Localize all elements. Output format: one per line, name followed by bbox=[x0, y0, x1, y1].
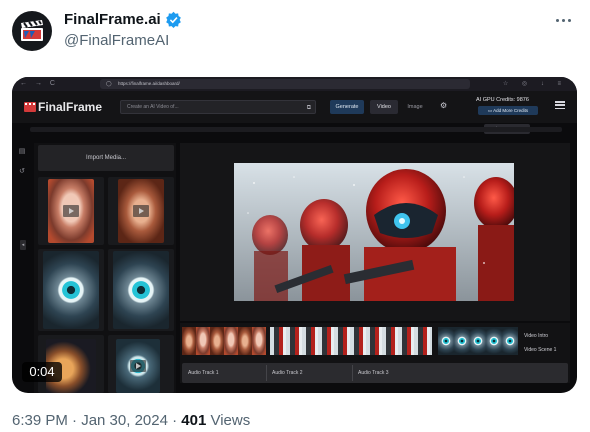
clapperboard-logo-icon bbox=[21, 20, 43, 41]
app-header: FinalFrame Create an AI Video of... ⧉ Ge… bbox=[12, 91, 577, 123]
settings-icon: ⚙ bbox=[440, 101, 448, 110]
timeline-clip-eyes bbox=[438, 327, 518, 355]
clapperboard-icon bbox=[24, 102, 36, 112]
media-thumbnail bbox=[48, 179, 94, 243]
media-item bbox=[108, 335, 174, 393]
play-icon bbox=[133, 205, 149, 217]
browser-url: https://finalframe.ai/dashboard/ bbox=[118, 81, 180, 86]
credits-label: AI GPU Credits: 9876 bbox=[476, 97, 529, 103]
video-mode-button: Video bbox=[370, 100, 398, 114]
media-thumbnail bbox=[116, 339, 160, 393]
browser-toolbar: ← → C ◯ https://finalframe.ai/dashboard/… bbox=[12, 77, 577, 91]
image-upload-icon: ⧉ bbox=[306, 105, 311, 111]
track-label-video-intro: Video Intro bbox=[524, 333, 549, 339]
author-name[interactable]: FinalFrame.ai bbox=[64, 11, 182, 28]
red-armored-soldiers-image bbox=[234, 163, 514, 301]
audio-track-2: Audio Track 2 bbox=[272, 370, 303, 376]
video-duration-badge: 0:04 bbox=[22, 362, 62, 382]
panel-collapse-icon: ◂ bbox=[20, 240, 26, 250]
add-credits-button: ▭ Add More Credits bbox=[478, 106, 538, 115]
prompt-placeholder: Create an AI Video of... bbox=[127, 104, 179, 110]
import-media-button: Import Media... bbox=[38, 145, 174, 171]
views-label: Views bbox=[206, 412, 251, 429]
lock-icon: ◯ bbox=[106, 81, 112, 87]
author-avatar[interactable] bbox=[12, 11, 52, 51]
media-item bbox=[108, 177, 174, 245]
more-options-icon[interactable] bbox=[552, 12, 574, 28]
prompt-input: Create an AI Video of... ⧉ bbox=[120, 100, 316, 114]
media-library-panel: Import Media... bbox=[34, 143, 176, 393]
timeline-clip-soldiers bbox=[270, 327, 432, 355]
play-icon bbox=[130, 360, 146, 372]
play-icon bbox=[63, 205, 79, 217]
verified-badge-icon bbox=[165, 11, 181, 28]
app-logo-text: FinalFrame bbox=[38, 100, 103, 114]
video-player[interactable]: ← → C ◯ https://finalframe.ai/dashboard/… bbox=[12, 77, 577, 393]
generate-button: Generate bbox=[330, 100, 364, 114]
browser-extension-icons: ☆ ◎ ↓ ≡ bbox=[502, 81, 567, 87]
audio-tracks-row: Audio Track 1 Audio Track 2 Audio Track … bbox=[182, 363, 568, 383]
tweet-meta: 6:39 PM · Jan 30, 2024 · 401 Views bbox=[12, 412, 250, 429]
timeline-clip-faces bbox=[182, 327, 266, 355]
media-thumbnail bbox=[113, 251, 169, 329]
app-logo: FinalFrame bbox=[24, 100, 102, 114]
progress-strip bbox=[30, 127, 562, 132]
media-item bbox=[38, 249, 104, 331]
browser-url-bar: ◯ https://finalframe.ai/dashboard/ bbox=[100, 79, 470, 89]
preview-image bbox=[234, 163, 514, 301]
tweet-timestamp[interactable]: 6:39 PM · Jan 30, 2024 · bbox=[12, 412, 181, 429]
add-credits-label: Add More Credits bbox=[493, 108, 529, 113]
audio-track-1: Audio Track 1 bbox=[188, 370, 219, 376]
hamburger-menu-icon bbox=[555, 101, 565, 109]
image-mode-button: Image bbox=[407, 104, 423, 110]
browser-nav-icons: ← → C bbox=[20, 80, 58, 87]
media-thumbnail bbox=[118, 179, 164, 243]
views-count: 401 bbox=[181, 412, 207, 429]
audio-track-3: Audio Track 3 bbox=[358, 370, 389, 376]
history-icon: ↺ bbox=[19, 168, 25, 175]
media-thumbnail bbox=[43, 251, 99, 329]
layers-icon: ▤ bbox=[18, 148, 26, 155]
media-item bbox=[38, 177, 104, 245]
media-item bbox=[108, 249, 174, 331]
track-label-video-scene-1: Video Scene 1 bbox=[524, 347, 557, 353]
author-handle[interactable]: @FinalFrameAI bbox=[64, 32, 169, 49]
